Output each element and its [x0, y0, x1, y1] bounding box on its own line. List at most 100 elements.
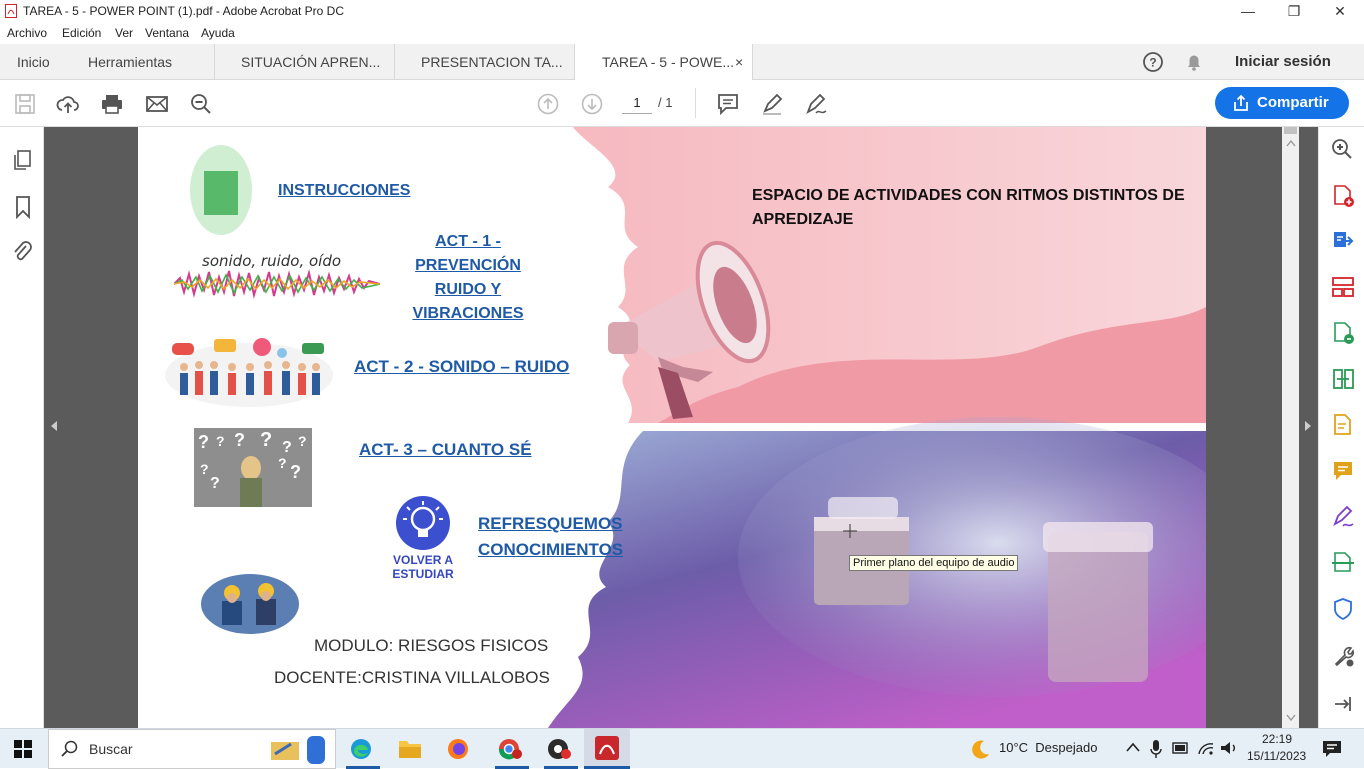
menu-bar: Archivo Edición Ver Ventana Ayuda	[0, 22, 1364, 44]
vertical-scrollbar[interactable]	[1282, 127, 1299, 728]
windows-start-icon[interactable]	[14, 740, 32, 758]
menu-ayuda[interactable]: Ayuda	[201, 26, 235, 40]
moon-weather-icon[interactable]	[968, 738, 992, 762]
link-act-1[interactable]: ACT - 1 - PREVENCIÓN RUIDO Y VIBRACIONES	[410, 230, 526, 326]
upload-cloud-icon[interactable]	[56, 92, 80, 116]
comment-tool-icon[interactable]	[1331, 459, 1355, 483]
weather-text[interactable]: 10°C Despejado	[999, 740, 1097, 755]
refresh-line-2: CONOCIMIENTOS	[478, 540, 624, 559]
collapse-pane-icon[interactable]	[1331, 693, 1353, 715]
svg-text:?: ?	[200, 461, 209, 477]
sound-wave-image: sonido, ruido, oído	[174, 252, 380, 300]
docente-text: DOCENTE:CRISTINA VILLALOBOS	[274, 668, 550, 687]
scrollbar-thumb[interactable]	[1284, 127, 1297, 134]
share-button[interactable]: Compartir	[1215, 87, 1349, 119]
tab-herramientas[interactable]: Herramientas	[70, 44, 215, 80]
window-title: TAREA - 5 - POWER POINT (1).pdf - Adobe …	[23, 4, 344, 18]
print-icon[interactable]	[100, 92, 124, 116]
bookmark-icon[interactable]	[12, 195, 34, 219]
people-talking-image	[165, 338, 333, 407]
menu-ver[interactable]: Ver	[115, 26, 133, 40]
menu-ventana[interactable]: Ventana	[145, 26, 189, 40]
save-icon[interactable]	[13, 92, 37, 116]
image-tooltip: Primer plano del equipo de audio	[849, 555, 1019, 571]
minimize-button[interactable]: —	[1225, 0, 1271, 22]
highlight-pen-icon[interactable]	[760, 92, 784, 116]
volver-line-2: ESTUDIAR	[392, 567, 454, 581]
fill-sign-icon[interactable]	[1331, 413, 1355, 437]
modulo-text: MODULO: RIESGOS FISICOS	[314, 636, 549, 655]
microphone-icon[interactable]	[1150, 739, 1162, 759]
header-line-2: APREDIZAJE	[752, 211, 854, 228]
search-highlight-art	[271, 736, 325, 764]
zoom-in-icon[interactable]	[1331, 138, 1353, 160]
protect-shield-icon[interactable]	[1331, 597, 1355, 621]
taskbar-search-box[interactable]: Buscar	[48, 729, 336, 769]
close-window-button[interactable]: ✕	[1317, 0, 1363, 22]
toolbar: 1 / 1	[0, 80, 1364, 127]
battery-icon[interactable]	[1172, 741, 1190, 755]
toolbar-divider	[695, 88, 696, 118]
edge-browser-icon[interactable]	[349, 737, 373, 761]
menu-edicion[interactable]: Edición	[62, 26, 101, 40]
instructions-cover	[204, 171, 238, 215]
sign-icon[interactable]	[804, 92, 828, 116]
svg-text:?: ?	[278, 455, 287, 471]
link-instrucciones[interactable]: INSTRUCCIONES	[278, 179, 410, 203]
clock-date[interactable]: 15/11/2023	[1247, 749, 1306, 763]
page-thumbnails-icon[interactable]	[12, 149, 34, 171]
page-number-input[interactable]: 1	[622, 94, 652, 114]
signature-tool-icon[interactable]	[1331, 505, 1355, 529]
link-refresquemos[interactable]: REFRESQUEMOS CONOCIMIENTOS	[478, 511, 623, 563]
pdf-slide: INSTRUCCIONES sonido, ruido, oído ACT - …	[138, 127, 1206, 728]
scroll-up-icon[interactable]	[1286, 139, 1296, 147]
firefox-icon[interactable]	[446, 737, 470, 761]
tab-situacion[interactable]: SITUACIÓN APREN...	[215, 44, 395, 80]
tab-close-icon[interactable]: ×	[735, 44, 743, 80]
menu-archivo[interactable]: Archivo	[7, 26, 47, 40]
scroll-down-icon[interactable]	[1286, 714, 1296, 722]
obs-icon[interactable]	[546, 737, 572, 761]
combine-files-icon[interactable]	[1331, 367, 1355, 391]
page-down-icon[interactable]	[580, 92, 604, 116]
header-line-1: ESPACIO DE ACTIVIDADES CON RITMOS DISTIN…	[752, 187, 1185, 204]
volume-icon[interactable]	[1220, 740, 1238, 756]
tab-label: TAREA - 5 - POWE...	[602, 54, 734, 70]
title-bar: TAREA - 5 - POWER POINT (1).pdf - Adobe …	[0, 0, 1364, 22]
questions-image: ??? ??? ????	[194, 428, 312, 507]
acrobat-icon	[5, 4, 17, 18]
comment-icon[interactable]	[716, 92, 740, 116]
help-icon[interactable]: ?	[1142, 51, 1164, 73]
link-act-3[interactable]: ACT- 3 – CUANTO SÉ	[359, 438, 532, 462]
tab-tarea-5[interactable]: TAREA - 5 - POWE... ×	[575, 44, 753, 81]
maximize-button[interactable]: ❐	[1271, 0, 1317, 22]
taskbar-acrobat-active[interactable]	[584, 729, 630, 769]
export-pdf-icon[interactable]	[1331, 229, 1355, 253]
email-icon[interactable]	[145, 92, 169, 116]
scan-ocr-icon[interactable]	[1331, 551, 1355, 575]
attachment-icon[interactable]	[11, 240, 33, 264]
tab-presentacion[interactable]: PRESENTACION TA...	[395, 44, 575, 80]
file-explorer-icon[interactable]	[398, 738, 422, 760]
instructions-thumbnail	[190, 145, 252, 235]
link-act-2[interactable]: ACT - 2 - SONIDO – RUIDO	[354, 355, 569, 379]
sign-in-button[interactable]: Iniciar sesión	[1235, 44, 1331, 80]
chrome-icon[interactable]	[497, 737, 523, 761]
page-up-icon[interactable]	[536, 92, 560, 116]
create-pdf-icon[interactable]	[1331, 184, 1355, 208]
lightbulb-icon	[396, 496, 450, 550]
more-tools-icon[interactable]	[1331, 644, 1355, 668]
organize-pages-icon[interactable]	[1331, 275, 1355, 299]
crosshair-cursor-icon	[843, 524, 857, 538]
bell-icon[interactable]	[1184, 52, 1204, 72]
svg-text:?: ?	[216, 433, 225, 449]
zoom-out-icon[interactable]	[189, 92, 213, 116]
collapse-right-icon[interactable]	[1304, 420, 1312, 432]
edit-pdf-icon[interactable]	[1331, 321, 1355, 345]
chevron-up-icon[interactable]	[1126, 742, 1140, 752]
clock-time[interactable]: 22:19	[1262, 732, 1292, 746]
notifications-icon[interactable]	[1322, 740, 1342, 758]
tab-inicio[interactable]: Inicio	[0, 44, 70, 80]
wifi-icon[interactable]	[1197, 740, 1215, 756]
collapse-left-icon[interactable]	[50, 420, 58, 432]
